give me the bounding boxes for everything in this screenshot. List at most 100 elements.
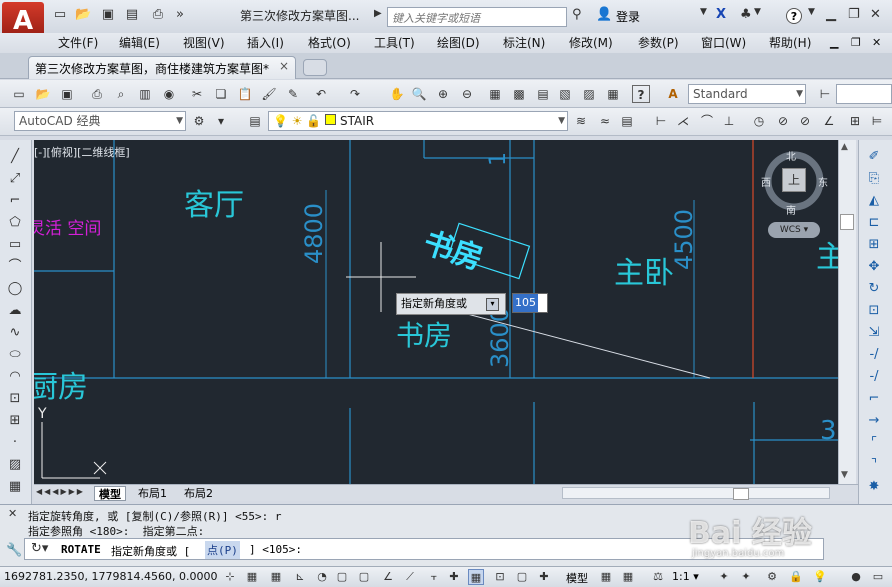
dropdown-icon[interactable]: ▼ — [700, 7, 707, 17]
transparency-icon[interactable]: ▦ — [468, 569, 484, 585]
angular-dim-icon[interactable]: ∠ — [820, 112, 838, 130]
clean-screen-icon[interactable]: ▭ — [870, 569, 886, 585]
doc-close-icon[interactable]: ✕ — [872, 33, 881, 53]
menu-tools[interactable]: 工具(T) — [374, 33, 415, 53]
hatch-icon[interactable]: ▨ — [6, 456, 24, 474]
user-icon[interactable]: 👤 — [596, 7, 612, 22]
markup-icon[interactable]: ▨ — [580, 85, 598, 103]
grid-icon[interactable]: ▦ — [268, 569, 284, 585]
rotate-icon[interactable]: ↻ — [865, 280, 883, 298]
command-close-icon[interactable]: ✕ — [8, 507, 17, 520]
annotation-scale-icon[interactable]: ⚖ — [650, 569, 666, 585]
undo-icon[interactable]: ↶ — [312, 85, 330, 103]
open-folder-icon[interactable]: 📂 — [75, 7, 91, 23]
workspace-switch-icon[interactable]: ⚙ — [764, 569, 780, 585]
viewcube-west[interactable]: 西 — [761, 174, 771, 189]
search-expand-icon[interactable]: ▶ — [374, 8, 382, 19]
explode-icon[interactable]: ✸ — [865, 478, 883, 496]
fillet-icon[interactable]: ⌝ — [865, 456, 883, 474]
arc-icon[interactable]: ⌒ — [6, 258, 24, 276]
ordinate-dim-icon[interactable]: ⊥ — [720, 112, 738, 130]
login-button[interactable]: 登录 — [616, 8, 640, 25]
copy-icon[interactable]: ❏ — [212, 85, 230, 103]
properties-icon[interactable]: ▦ — [486, 85, 504, 103]
dropdown-icon-2[interactable]: ▼ — [754, 7, 761, 17]
calculator-icon[interactable]: ▦ — [604, 85, 622, 103]
baseline-dim-icon[interactable]: ⊨ — [868, 112, 886, 130]
dyn-icon[interactable]: ⫟ — [426, 569, 442, 585]
menu-modify[interactable]: 修改(M) — [569, 33, 613, 53]
isolate-objects-icon[interactable]: ● — [848, 569, 864, 585]
tab-layout1[interactable]: 布局1 — [134, 486, 171, 501]
layer-properties-icon[interactable]: ▤ — [246, 112, 264, 130]
construction-line-icon[interactable]: ⤢ — [6, 170, 24, 188]
search-input[interactable]: 键入关键字或短语 — [387, 7, 567, 27]
horizontal-scrollbar[interactable] — [562, 487, 830, 500]
block-editor-icon[interactable]: ✎ — [284, 85, 302, 103]
array-icon[interactable]: ⊞ — [865, 236, 883, 254]
layout-nav-icons[interactable]: ◀◀◀▶▶▶ — [36, 487, 85, 496]
erase-icon[interactable]: ✐ — [865, 148, 883, 166]
line-icon[interactable]: ╱ — [6, 148, 24, 166]
move-icon[interactable]: ✥ — [865, 258, 883, 276]
model-space-toggle[interactable]: 模型 — [566, 570, 588, 586]
cut-icon[interactable]: ✂ — [188, 85, 206, 103]
help-toolbar-icon[interactable]: ? — [632, 85, 650, 103]
workspace-settings-icon[interactable]: ⚙ — [190, 112, 208, 130]
text-style-select[interactable]: Standard ▼ — [688, 84, 806, 104]
annotation-scale-value[interactable]: 1:1 ▾ — [672, 570, 699, 583]
menu-window[interactable]: 窗口(W) — [701, 33, 746, 53]
point-icon[interactable]: · — [6, 434, 24, 452]
qnew-icon[interactable]: ▭ — [10, 85, 28, 103]
quick-view-layouts-icon[interactable]: ▦ — [598, 569, 614, 585]
lineweight-icon[interactable]: ✚ — [446, 569, 462, 585]
close-tab-icon[interactable]: × — [279, 59, 289, 73]
arc-length-icon[interactable]: ⌒ — [698, 112, 716, 130]
scroll-thumb[interactable] — [840, 214, 854, 230]
otrack-icon[interactable]: ∠ — [380, 569, 396, 585]
exchange-x-icon[interactable]: X — [716, 7, 726, 22]
chamfer-icon[interactable]: ⌜ — [865, 434, 883, 452]
tool-palettes-icon[interactable]: ▤ — [534, 85, 552, 103]
workspace-dropdown-icon[interactable]: ▾ — [212, 112, 230, 130]
text-style-icon[interactable]: A — [664, 85, 682, 103]
menu-insert[interactable]: 插入(I) — [247, 33, 284, 53]
preview-icon[interactable]: ⌕ — [112, 85, 130, 103]
zoom-window-icon[interactable]: ⊕ — [434, 85, 452, 103]
snap-icon[interactable]: ▦ — [244, 569, 260, 585]
gradient-icon[interactable]: ▦ — [6, 478, 24, 496]
menu-edit[interactable]: 编辑(E) — [119, 33, 160, 53]
copy-object-icon[interactable]: ⎘ — [865, 170, 883, 188]
auto-scale-icon[interactable]: ✦ — [738, 569, 754, 585]
new-file-icon[interactable]: ▭ — [52, 7, 68, 23]
linear-dim-icon[interactable]: ⊢ — [652, 112, 670, 130]
menu-view[interactable]: 视图(V) — [183, 33, 225, 53]
help-icon[interactable]: ? — [786, 8, 802, 24]
new-tab-button[interactable] — [303, 59, 327, 76]
dim-style-icon[interactable]: ⊢ — [816, 85, 834, 103]
paste-icon[interactable]: 📋 — [236, 85, 254, 103]
help-dropdown-icon[interactable]: ▼ — [808, 7, 815, 17]
restore-icon[interactable]: ❐ — [848, 7, 860, 22]
doc-restore-icon[interactable]: ❐ — [851, 33, 861, 53]
workspace-select[interactable]: AutoCAD 经典 ▼ — [14, 111, 186, 131]
menu-format[interactable]: 格式(O) — [308, 33, 351, 53]
quick-dim-icon[interactable]: ⊞ — [846, 112, 864, 130]
3d-dwf-icon[interactable]: ◉ — [160, 85, 178, 103]
save-as-icon[interactable]: ▤ — [124, 7, 140, 23]
menu-file[interactable]: 文件(F) — [58, 33, 98, 53]
radius-dim-icon[interactable]: ◷ — [750, 112, 768, 130]
sheet-set-icon[interactable]: ▧ — [556, 85, 574, 103]
vertical-scrollbar[interactable]: ▲ ▼ — [838, 140, 856, 484]
quick-props-icon[interactable]: ⊡ — [492, 569, 508, 585]
osnap-icon[interactable]: ▢ — [334, 569, 350, 585]
make-current-layer-icon[interactable]: ≋ — [572, 112, 590, 130]
spline-icon[interactable]: ∿ — [6, 324, 24, 342]
annotation-visibility-icon[interactable]: ✦ — [716, 569, 732, 585]
viewcube-east[interactable]: 东 — [818, 174, 828, 189]
print-icon[interactable]: ⎙ — [150, 7, 166, 23]
hardware-accel-icon[interactable]: 💡 — [812, 569, 828, 585]
wrench-icon[interactable]: 🔧 — [6, 543, 22, 558]
rectangle-icon[interactable]: ▭ — [6, 236, 24, 254]
more-chevron-icon[interactable]: » — [172, 7, 188, 23]
